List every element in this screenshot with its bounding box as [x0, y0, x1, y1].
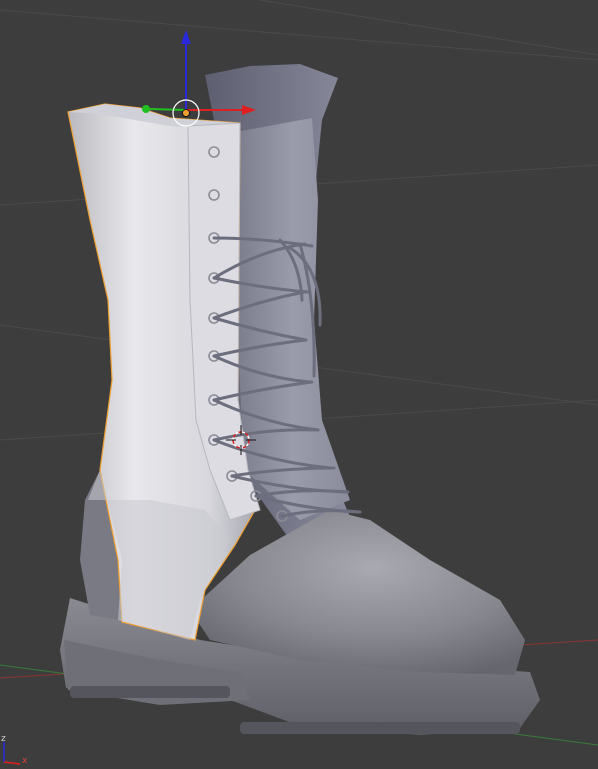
- axis-indicator-z-label: z: [1, 734, 6, 744]
- viewport-canvas[interactable]: [0, 0, 598, 769]
- axis-indicator-x-label: x: [22, 756, 28, 766]
- gizmo-y-axis[interactable]: [149, 108, 187, 111]
- gizmo-y-handle[interactable]: [142, 105, 150, 113]
- gizmo-z-arrow[interactable]: [181, 30, 191, 44]
- 3d-viewport[interactable]: z x: [0, 0, 598, 769]
- object-origin: [182, 109, 190, 117]
- boot-tongue: [236, 118, 350, 520]
- boot-model[interactable]: [60, 64, 540, 735]
- axis-indicator-icon: [3, 742, 21, 765]
